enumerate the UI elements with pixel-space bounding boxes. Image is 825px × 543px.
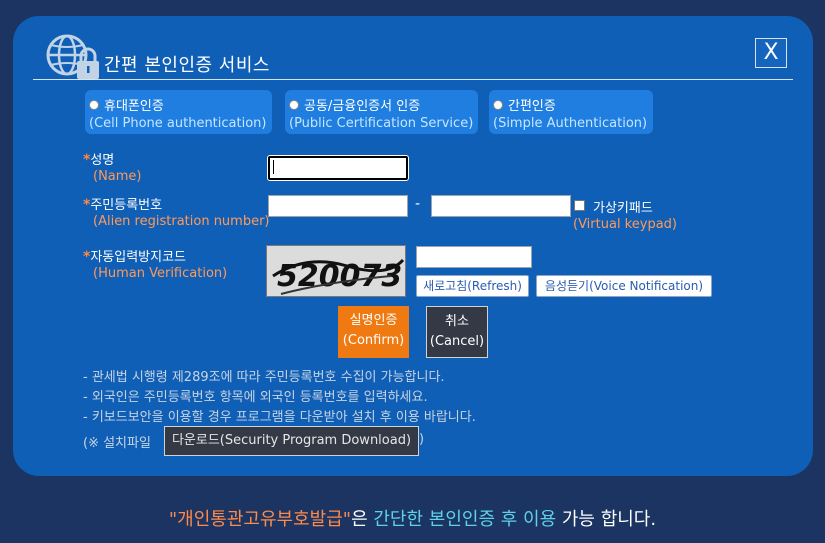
tab-label: 휴대폰인증 bbox=[104, 99, 164, 114]
tab-label: 공동/금융인증서 인증 bbox=[304, 99, 421, 114]
footer-message: "개인통관고유부호발급"은 간단한 본인인증 후 이용 가능 합니다. bbox=[168, 509, 657, 530]
security-download-button[interactable]: 다운로드(Security Program Download) bbox=[164, 426, 419, 456]
modal-title: 간편 본인인증 서비스 bbox=[104, 55, 270, 76]
keypad-sublabel: (Virtual keypad) bbox=[573, 217, 677, 232]
keypad-label: 가상키패드 bbox=[593, 201, 653, 216]
confirm-button[interactable]: 실명인증 (Confirm) bbox=[338, 306, 409, 358]
note-line: - 키보드보안을 이용할 경우 프로그램을 다운받아 설치 후 이용 바랍니다. bbox=[83, 410, 476, 425]
close-button[interactable]: X bbox=[755, 38, 787, 68]
name-label: *성명 bbox=[83, 152, 115, 168]
tab-sublabel: (Cell Phone authentication) bbox=[89, 116, 267, 131]
virtual-keypad-checkbox[interactable] bbox=[574, 200, 585, 211]
reg-number-front-input[interactable] bbox=[268, 195, 408, 217]
cancel-button[interactable]: 취소 (Cancel) bbox=[426, 306, 488, 358]
tab-sublabel: (Public Certification Service) bbox=[289, 116, 474, 131]
captcha-input[interactable] bbox=[416, 246, 532, 268]
voice-notification-button[interactable]: 음성듣기(Voice Notification) bbox=[536, 275, 712, 297]
install-prefix: (※ 설치파일 bbox=[83, 436, 151, 451]
note-line: - 관세법 시행령 제289조에 따라 주민등록번호 수집이 가능합니다. bbox=[83, 370, 445, 385]
footer-highlight-service: "개인통관고유부호발급" bbox=[168, 509, 352, 530]
tab-certificate[interactable]: 공동/금융인증서 인증 (Public Certification Servic… bbox=[285, 90, 478, 134]
captcha-label: *자동입력방지코드 bbox=[83, 249, 187, 265]
captcha-image: 520073 bbox=[266, 245, 406, 297]
reg-separator: - bbox=[415, 196, 421, 212]
reg-number-back-input[interactable] bbox=[431, 195, 571, 217]
radio-cell-phone[interactable] bbox=[89, 99, 99, 110]
tab-cell-phone[interactable]: 휴대폰인증 (Cell Phone authentication) bbox=[85, 90, 272, 134]
tab-simple[interactable]: 간편인증 (Simple Authentication) bbox=[489, 90, 653, 134]
reg-sublabel: (Alien registration number) bbox=[93, 214, 270, 229]
footer-highlight-auth: 간단한 본인인증 후 이용 bbox=[373, 509, 557, 530]
globe-lock-icon bbox=[46, 34, 99, 79]
title-divider bbox=[33, 79, 793, 80]
name-input[interactable] bbox=[268, 156, 408, 180]
reg-label: *주민등록번호 bbox=[83, 197, 163, 213]
install-suffix: ) bbox=[419, 432, 425, 447]
note-line: - 외국인은 주민등록번호 항목에 외국인 등록번호를 입력하세요. bbox=[83, 390, 428, 405]
radio-certificate[interactable] bbox=[289, 99, 299, 110]
radio-simple[interactable] bbox=[493, 99, 503, 110]
name-sublabel: (Name) bbox=[93, 169, 142, 184]
text-caret bbox=[273, 160, 274, 174]
tab-sublabel: (Simple Authentication) bbox=[493, 116, 648, 131]
tab-label: 간편인증 bbox=[508, 99, 556, 114]
captcha-sublabel: (Human Verification) bbox=[93, 266, 228, 281]
refresh-button[interactable]: 새로고침(Refresh) bbox=[416, 275, 529, 297]
auth-modal: 간편 본인인증 서비스 X 휴대폰인증 (Cell Phone authenti… bbox=[13, 16, 813, 476]
